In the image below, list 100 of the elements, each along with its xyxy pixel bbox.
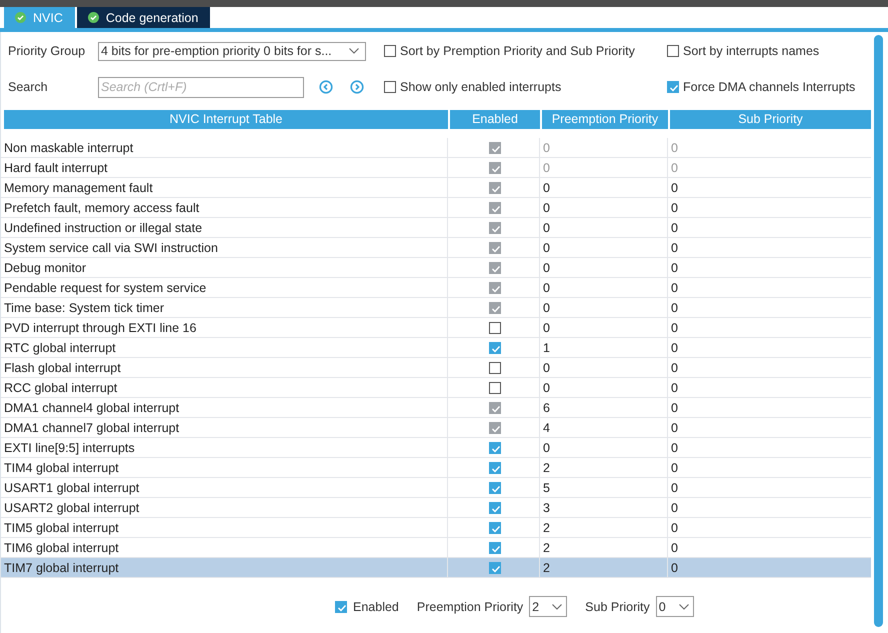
search-label: Search <box>8 80 49 94</box>
preemption-priority-dropdown[interactable]: 2 <box>529 596 568 617</box>
checkbox[interactable] <box>489 482 501 494</box>
table-cell: 0 <box>539 238 667 257</box>
table-row[interactable]: TIM4 global interrupt 2 0 <box>1 458 871 478</box>
checkbox[interactable] <box>335 600 347 612</box>
table-cell: 0 <box>539 198 667 217</box>
table-row[interactable]: RCC global interrupt 0 0 <box>1 378 871 398</box>
table-row[interactable]: EXTI line[9:5] interrupts 0 0 <box>1 438 871 458</box>
caret-icon <box>678 604 689 610</box>
checkbox[interactable] <box>489 382 501 394</box>
caret-icon <box>552 604 562 610</box>
table-cell-text: Non maskable interrupt <box>3 140 134 157</box>
table-cell: 1 <box>539 338 667 357</box>
table-cell: 0 <box>539 158 667 177</box>
table-cell-text: Debug monitor <box>3 260 87 277</box>
checkbox[interactable] <box>489 502 501 514</box>
checkbox[interactable] <box>489 462 501 474</box>
table-cell-text: USART1 global interrupt <box>3 480 140 497</box>
table-cell: 0 <box>539 138 667 157</box>
caret-icon <box>349 48 359 54</box>
table-cell-text: Memory management fault <box>3 180 154 197</box>
table-cell: 0 <box>667 318 868 337</box>
table-cell-text: TIM5 global interrupt <box>3 520 120 537</box>
table-cell: 0 <box>539 218 667 237</box>
table-cell: 0 <box>539 318 667 337</box>
table-cell-text: PVD interrupt through EXTI line 16 <box>3 320 198 337</box>
checkbox[interactable] <box>489 562 501 574</box>
table-cell: 0 <box>667 498 868 517</box>
table-cell-text: Undefined instruction or illegal state <box>3 220 204 237</box>
table-cell-text: RTC global interrupt <box>3 340 117 357</box>
table-cell-text: TIM7 global interrupt <box>3 560 120 577</box>
checkbox[interactable] <box>667 81 679 93</box>
table-cell-text: TIM6 global interrupt <box>3 540 120 557</box>
checkbox[interactable] <box>667 45 679 57</box>
table-cell: 0 <box>667 418 868 437</box>
table-cell-text: DMA1 channel4 global interrupt <box>3 400 180 417</box>
table-cell: 0 <box>667 478 868 497</box>
checkbox[interactable] <box>384 45 396 57</box>
checkbox[interactable] <box>489 542 501 554</box>
table-cell-text: EXTI line[9:5] interrupts <box>3 440 136 457</box>
table-cell-text: Hard fault interrupt <box>3 160 109 177</box>
enabled-label: Enabled <box>353 600 399 614</box>
next-icon[interactable] <box>350 80 364 94</box>
table-cell: 0 <box>667 378 868 397</box>
table-row[interactable]: TIM7 global interrupt 2 0 <box>1 558 871 578</box>
previous-icon[interactable] <box>319 80 333 94</box>
table-cell: 0 <box>667 238 868 257</box>
table-cell: 2 <box>539 518 667 537</box>
table-cell-text: Pendable request for system service <box>3 280 208 297</box>
checkbox[interactable] <box>489 522 501 534</box>
table-row[interactable]: USART1 global interrupt 5 0 <box>1 478 871 498</box>
table-cell: 3 <box>539 498 667 517</box>
tab[interactable]: Code generation <box>76 7 210 28</box>
table-cell: 0 <box>667 358 868 377</box>
table-row[interactable]: TIM5 global interrupt 2 0 <box>1 518 871 538</box>
checkbox[interactable] <box>489 442 501 454</box>
table-cell: 0 <box>667 338 868 357</box>
priority-group-dropdown[interactable]: 4 bits for pre-emption priority 0 bits for s... <box>98 42 366 60</box>
table-row[interactable]: USART2 global interrupt 3 0 <box>1 498 871 518</box>
table-cell: 5 <box>539 478 667 497</box>
option-label: Force DMA channels Interrupts <box>683 80 856 94</box>
checkbox[interactable] <box>489 322 501 334</box>
table-cell: 0 <box>667 278 868 297</box>
checkbox[interactable] <box>384 81 396 93</box>
option-label: Sort by interrupts names <box>683 44 820 58</box>
table-cell: 2 <box>539 538 667 557</box>
table-row[interactable]: PVD interrupt through EXTI line 16 0 0 <box>1 318 871 338</box>
table-cell: 0 <box>667 258 868 277</box>
table-cell-text: TIM4 global interrupt <box>3 460 120 477</box>
check-circle-icon <box>15 12 26 23</box>
table-cell: 0 <box>667 438 868 457</box>
checkbox[interactable] <box>489 362 501 374</box>
table-cell: 0 <box>667 198 868 217</box>
table-cell: 0 <box>539 258 667 277</box>
table-cell-text: Flash global interrupt <box>3 360 122 377</box>
table-row[interactable]: Flash global interrupt 0 0 <box>1 358 871 378</box>
checkbox[interactable] <box>489 342 501 354</box>
check-circle-icon <box>88 12 99 23</box>
table-cell: 0 <box>667 178 868 197</box>
column-header: Sub Priority <box>670 110 871 129</box>
table-cell: 0 <box>667 558 868 577</box>
column-header: NVIC Interrupt Table <box>4 110 448 129</box>
search-field[interactable]: Search (Crtl+F) <box>98 76 304 98</box>
table-cell: 0 <box>667 518 868 537</box>
table-cell-text: Prefetch fault, memory access fault <box>3 200 200 217</box>
table-row[interactable]: RTC global interrupt 1 0 <box>1 338 871 358</box>
sub-priority-dropdown[interactable]: 0 <box>656 596 694 617</box>
table-cell-text: Time base: System tick timer <box>3 300 165 317</box>
table-cell-text: RCC global interrupt <box>3 380 118 397</box>
priority-group-label: Priority Group <box>8 44 86 58</box>
table-cell: 0 <box>667 138 868 157</box>
scrollbar[interactable] <box>874 35 883 627</box>
table-cell: 0 <box>539 278 667 297</box>
table-cell: 0 <box>667 298 868 317</box>
table-cell: 0 <box>667 398 868 417</box>
column-header: Preemption Priority <box>542 110 668 129</box>
table-cell: 0 <box>539 298 667 317</box>
preemption-priority-label: Preemption Priority <box>416 600 524 614</box>
table-cell: 0 <box>539 378 667 397</box>
